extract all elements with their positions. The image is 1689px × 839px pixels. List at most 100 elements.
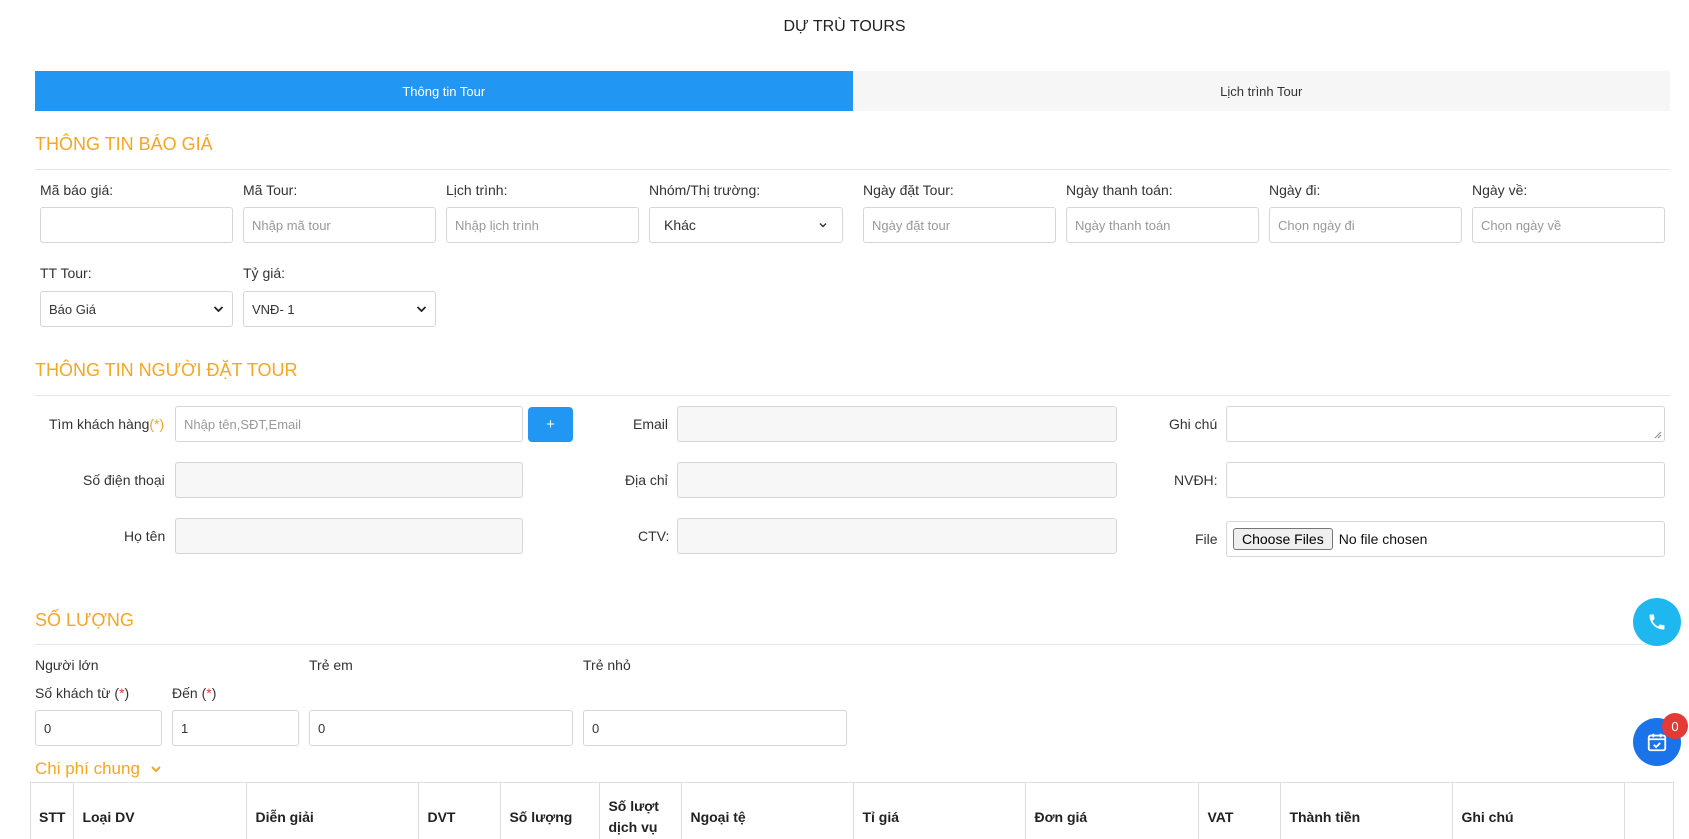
- col-ghi-chu: Ghi chú: [1452, 782, 1626, 839]
- tab-bar: Thông tin Tour Lịch trình Tour: [35, 71, 1670, 111]
- label-dia-chi: Địa chỉ: [625, 472, 668, 488]
- label-ghi-chu: Ghi chú: [1169, 416, 1218, 432]
- tab-thong-tin-tour[interactable]: Thông tin Tour: [35, 71, 853, 111]
- nhom-thi-truong-value: Khác: [664, 217, 696, 233]
- ma-bao-gia-input[interactable]: [40, 207, 233, 243]
- ngay-thanh-toan-placeholder: Ngày thanh toán: [1075, 217, 1171, 233]
- infants-input[interactable]: 0: [583, 710, 847, 746]
- den-text: Đến (: [172, 685, 207, 701]
- label-file: File: [1195, 531, 1218, 547]
- email-input[interactable]: [677, 406, 1117, 442]
- tt-tour-select[interactable]: Báo Giá: [40, 291, 233, 327]
- resize-handle-icon: [1654, 431, 1662, 439]
- tt-tour-value: Báo Giá: [49, 301, 96, 317]
- ma-tour-placeholder: Nhập mã tour: [252, 217, 331, 233]
- label-tre-em: Trẻ em: [309, 657, 353, 673]
- search-customer-label-text: Tìm khách hàng: [49, 416, 150, 432]
- label-ma-tour: Mã Tour:: [243, 182, 298, 198]
- customer-search-input[interactable]: Nhập tên,SĐT,Email: [175, 406, 523, 442]
- close-paren: ): [124, 685, 130, 701]
- tab-lich-trinh-tour[interactable]: Lịch trình Tour: [852, 71, 1670, 111]
- label-nhom-thi-truong: Nhóm/Thị trường:: [649, 182, 761, 198]
- file-upload[interactable]: Choose Files No file chosen: [1226, 521, 1665, 557]
- chevron-down-icon: [213, 306, 224, 313]
- col-loai-dv: Loại DV: [73, 782, 248, 839]
- infants-value: 0: [592, 720, 600, 736]
- label-nguoi-lon: Người lớn: [35, 657, 99, 673]
- ma-tour-input[interactable]: Nhập mã tour: [243, 207, 436, 243]
- section-title-booker: THÔNG TIN NGƯỜI ĐẶT TOUR: [35, 360, 298, 380]
- label-ngay-di: Ngày đi:: [1269, 182, 1321, 198]
- ty-gia-value: VNĐ- 1: [252, 301, 295, 317]
- add-customer-button[interactable]: +: [528, 407, 573, 442]
- label-lich-trinh: Lịch trình:: [446, 182, 508, 198]
- guests-from-input[interactable]: 0: [35, 710, 162, 746]
- label-email: Email: [633, 416, 669, 432]
- customer-search-placeholder: Nhập tên,SĐT,Email: [184, 416, 302, 432]
- label-tt-tour: TT Tour:: [40, 265, 92, 281]
- col-ngoai-te: Ngoại tệ: [681, 782, 855, 839]
- full-name-input[interactable]: [175, 518, 523, 554]
- label-tim-khach-hang: Tìm khách hàng(*): [49, 416, 164, 432]
- label-ctv: CTV:: [638, 528, 670, 544]
- section-title-quote: THÔNG TIN BÁO GIÁ: [35, 134, 213, 154]
- ngay-di-placeholder: Chọn ngày đi: [1278, 217, 1355, 233]
- guests-to-input[interactable]: 1: [172, 710, 299, 746]
- col-stt: STT: [29, 782, 75, 839]
- label-ty-gia: Tỷ giá:: [243, 265, 286, 281]
- label-ngay-ve: Ngày về:: [1472, 182, 1528, 198]
- chevron-down-icon: [151, 766, 161, 773]
- phone-icon: [1649, 614, 1665, 630]
- nvdh-input[interactable]: [1226, 462, 1665, 498]
- table-header-row: STT Loại DV Diễn giải DVT Số lượng Số lư…: [29, 782, 1674, 839]
- call-button[interactable]: [1633, 598, 1681, 646]
- section-title-quantity: SỐ LƯỢNG: [35, 610, 134, 630]
- label-tre-nho: Trẻ nhỏ: [583, 657, 631, 673]
- so-khach-tu-text: Số khách từ (: [35, 685, 120, 701]
- ngay-dat-tour-placeholder: Ngày đặt tour: [872, 217, 951, 233]
- col-vat: VAT: [1198, 782, 1282, 839]
- ngay-ve-placeholder: Chọn ngày về: [1481, 217, 1562, 233]
- col-thanh-tien: Thành tiền: [1280, 782, 1454, 839]
- ngay-di-input[interactable]: Chọn ngày đi: [1269, 207, 1462, 243]
- label-so-dien-thoai: Số điện thoại: [83, 472, 165, 488]
- label-ho-ten: Họ tên: [124, 528, 166, 544]
- col-so-luong: Số lượng: [500, 782, 601, 839]
- label-ngay-thanh-toan: Ngày thanh toán:: [1066, 182, 1173, 198]
- page-title: DỰ TRÙ TOURS: [783, 18, 906, 35]
- choose-files-button[interactable]: Choose Files: [1233, 528, 1333, 550]
- ty-gia-select[interactable]: VNĐ- 1: [243, 291, 436, 327]
- col-actions: [1624, 782, 1674, 839]
- chevron-down-icon: [819, 223, 827, 228]
- file-status: No file chosen: [1338, 531, 1428, 547]
- ngay-thanh-toan-input[interactable]: Ngày thanh toán: [1066, 207, 1259, 243]
- guests-to-value: 1: [181, 720, 189, 736]
- general-costs-toggle[interactable]: Chi phí chung: [35, 759, 162, 779]
- divider: [35, 644, 1670, 645]
- phone-input[interactable]: [175, 462, 523, 498]
- col-ti-gia: Tỉ giá: [853, 782, 1027, 839]
- nhom-thi-truong-select[interactable]: Khác: [649, 207, 843, 243]
- children-value: 0: [318, 720, 326, 736]
- lich-trinh-input[interactable]: Nhập lịch trình: [446, 207, 639, 243]
- label-nvdh: NVĐH:: [1174, 472, 1218, 488]
- children-input[interactable]: 0: [309, 710, 573, 746]
- divider: [35, 169, 1670, 170]
- chevron-down-icon: [416, 306, 427, 313]
- col-so-luot-dich-vu: Số lượt dịch vụ: [599, 782, 683, 839]
- ngay-dat-tour-input[interactable]: Ngày đặt tour: [863, 207, 1056, 243]
- general-costs-table: STT Loại DV Diễn giải DVT Số lượng Số lư…: [29, 782, 1674, 839]
- ctv-input[interactable]: [677, 518, 1117, 554]
- general-costs-title: Chi phí chung: [35, 759, 140, 778]
- label-ngay-dat-tour: Ngày đặt Tour:: [863, 182, 954, 198]
- close-paren: ): [211, 685, 217, 701]
- address-input[interactable]: [677, 462, 1117, 498]
- note-textarea[interactable]: [1226, 406, 1665, 442]
- col-don-gia: Đơn giá: [1025, 782, 1200, 839]
- col-dien-giai: Diễn giải: [246, 782, 420, 839]
- divider: [35, 395, 1670, 396]
- ngay-ve-input[interactable]: Chọn ngày về: [1472, 207, 1665, 243]
- cart-count-badge: 0: [1662, 713, 1688, 739]
- guests-from-value: 0: [44, 720, 52, 736]
- col-dvt: DVT: [418, 782, 502, 839]
